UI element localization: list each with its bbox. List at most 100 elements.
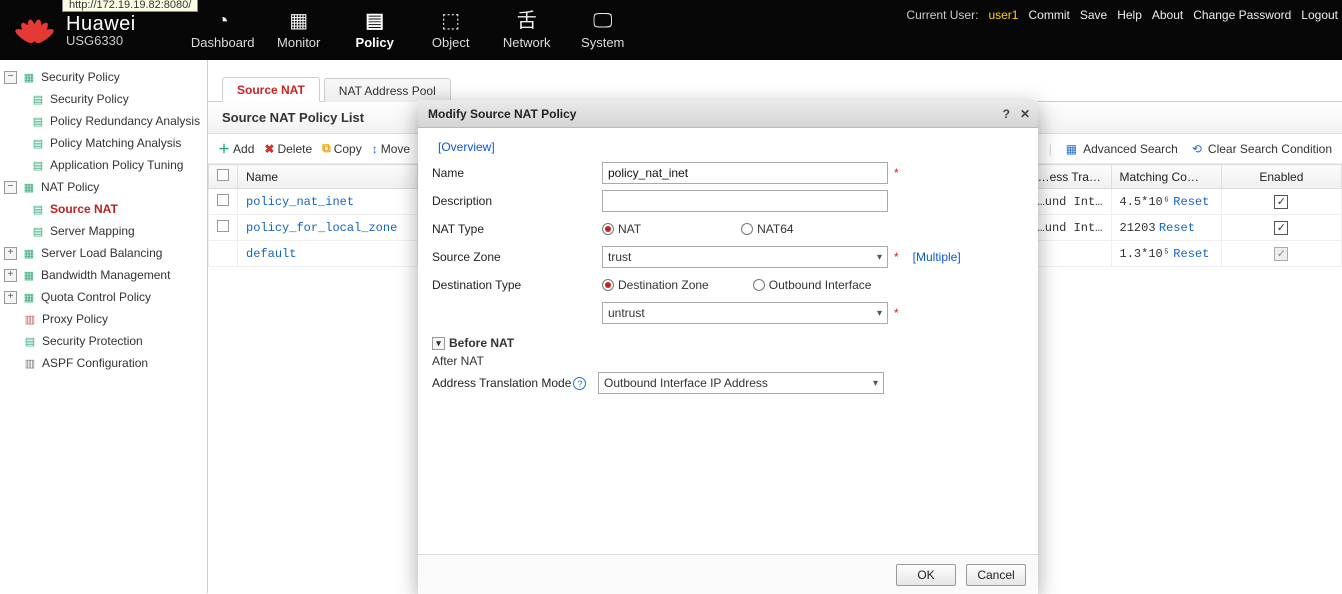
row-checkbox[interactable] <box>217 194 229 206</box>
sidebar-item-security-protection[interactable]: ▤ Security Protection <box>0 330 207 352</box>
delete-button[interactable]: ✖Delete <box>264 142 312 156</box>
nav-monitor-label: Monitor <box>277 35 320 50</box>
search-icon: ▦ <box>1066 142 1077 156</box>
name-input[interactable] <box>602 162 888 184</box>
move-button[interactable]: ↕Move <box>372 142 410 156</box>
outbound-interface-radio[interactable]: Outbound Interface <box>753 278 872 292</box>
close-icon[interactable]: ✕ <box>1020 107 1030 121</box>
huawei-logo-icon <box>10 10 58 50</box>
after-nat-label: After NAT <box>432 354 1024 368</box>
enabled-checkbox[interactable]: ✓ <box>1274 195 1288 209</box>
doc-icon: ▥ <box>22 355 38 371</box>
row-checkbox[interactable] <box>217 220 229 232</box>
dest-zone-radio-label: Destination Zone <box>618 278 709 292</box>
source-zone-select[interactable]: trust ▾ <box>602 246 888 268</box>
reset-link[interactable]: Reset <box>1159 221 1195 235</box>
nav-object[interactable]: ⬚ Object <box>414 0 488 60</box>
sidebar-item-bandwidth[interactable]: + ▦ Bandwidth Management <box>0 264 207 286</box>
help-icon[interactable]: ? <box>1003 107 1010 121</box>
policy-name-link[interactable]: policy_nat_inet <box>246 195 354 209</box>
sidebar-item-proxy-policy[interactable]: ▥ Proxy Policy <box>0 308 207 330</box>
dialog-title: Modify Source NAT Policy <box>428 107 576 121</box>
network-icon: ⾆ <box>517 10 537 32</box>
required-marker: * <box>894 166 899 180</box>
sidebar-item-security-policy-child[interactable]: ▤ Security Policy <box>0 88 207 110</box>
expand-icon[interactable]: + <box>4 269 17 282</box>
reset-link[interactable]: Reset <box>1173 247 1209 261</box>
help-link[interactable]: Help <box>1117 8 1142 22</box>
save-link[interactable]: Save <box>1080 8 1107 22</box>
monitor-icon: ▦ <box>289 10 308 32</box>
add-label: Add <box>233 142 254 156</box>
checkbox-all[interactable] <box>217 169 229 181</box>
help-icon[interactable]: ? <box>573 377 586 390</box>
logout-link[interactable]: Logout <box>1301 8 1338 22</box>
nav-network[interactable]: ⾆ Network <box>490 0 564 60</box>
cell-match: 4.5*10⁶ <box>1120 195 1170 209</box>
sidebar-item-nat-policy[interactable]: − ▦ NAT Policy <box>0 176 207 198</box>
nav-system[interactable]: 🖵 System <box>566 0 640 60</box>
clear-search-label: Clear Search Condition <box>1208 142 1332 156</box>
radio-selected-icon <box>602 223 614 235</box>
nav-policy-label: Policy <box>356 35 394 50</box>
overview-link[interactable]: [Overview] <box>432 134 495 158</box>
sidebar-item-app-policy-tuning[interactable]: ▤ Application Policy Tuning <box>0 154 207 176</box>
enabled-checkbox[interactable]: ✓ <box>1274 221 1288 235</box>
collapse-icon[interactable]: − <box>4 181 17 194</box>
nat-type-label: NAT Type <box>432 222 602 236</box>
cancel-button[interactable]: Cancel <box>966 564 1026 586</box>
copy-button[interactable]: ⧉Copy <box>322 141 362 156</box>
sidebar-item-server-mapping[interactable]: ▤ Server Mapping <box>0 220 207 242</box>
col-matching[interactable]: Matching Co… <box>1111 165 1221 189</box>
sidebar-item-label: Security Policy <box>41 70 120 84</box>
collapse-icon[interactable]: − <box>4 71 17 84</box>
add-button[interactable]: ＋Add <box>218 140 254 157</box>
system-icon: 🖵 <box>593 10 612 32</box>
dest-zone-radio[interactable]: Destination Zone <box>602 278 709 292</box>
col-addr-trans[interactable]: …ess Tra… <box>1029 165 1111 189</box>
reset-link[interactable]: Reset <box>1173 195 1209 209</box>
move-label: Move <box>381 142 410 156</box>
move-icon: ↕ <box>372 142 378 156</box>
ok-button[interactable]: OK <box>896 564 956 586</box>
nat-radio[interactable]: NAT <box>602 222 641 236</box>
expand-icon[interactable]: + <box>4 247 17 260</box>
folder-icon: ▦ <box>21 289 37 305</box>
description-input[interactable] <box>602 190 888 212</box>
nat64-radio[interactable]: NAT64 <box>741 222 793 236</box>
cell-match: 21203 <box>1120 221 1156 235</box>
nav-policy[interactable]: ▤ Policy <box>338 0 412 60</box>
sidebar-item-security-policy[interactable]: − ▦ Security Policy <box>0 66 207 88</box>
advanced-search-button[interactable]: ▦Advanced Search <box>1066 142 1178 156</box>
description-label: Description <box>432 194 602 208</box>
sidebar-item-aspf[interactable]: ▥ ASPF Configuration <box>0 352 207 374</box>
copy-icon: ⧉ <box>322 141 331 156</box>
commit-link[interactable]: Commit <box>1028 8 1069 22</box>
policy-name-link[interactable]: policy_for_local_zone <box>246 221 397 235</box>
dashboard-icon: ◔ <box>217 10 229 32</box>
multiple-link[interactable]: [Multiple] <box>913 250 961 264</box>
sidebar-item-slb[interactable]: + ▦ Server Load Balancing <box>0 242 207 264</box>
source-zone-value: trust <box>608 250 631 264</box>
col-name[interactable]: Name <box>238 165 418 189</box>
policy-name-link[interactable]: default <box>246 247 296 261</box>
sidebar-item-policy-matching[interactable]: ▤ Policy Matching Analysis <box>0 132 207 154</box>
clear-search-button[interactable]: ⟲Clear Search Condition <box>1192 142 1332 156</box>
sidebar-item-quota[interactable]: + ▦ Quota Control Policy <box>0 286 207 308</box>
top-right-links: Current User: user1 Commit Save Help Abo… <box>906 8 1338 22</box>
nav-monitor[interactable]: ▦ Monitor <box>262 0 336 60</box>
before-nat-toggle[interactable]: ▾ Before NAT <box>432 336 1024 350</box>
dialog-titlebar[interactable]: Modify Source NAT Policy ? ✕ <box>418 100 1038 128</box>
tab-nat-address-pool[interactable]: NAT Address Pool <box>324 78 451 102</box>
url-tooltip: http://172.19.19.82:8080/ <box>62 0 198 12</box>
tab-source-nat[interactable]: Source NAT <box>222 77 320 102</box>
expand-icon[interactable]: + <box>4 291 17 304</box>
col-enabled[interactable]: Enabled <box>1221 165 1341 189</box>
about-link[interactable]: About <box>1152 8 1183 22</box>
dialog-body: [Overview] Name * Description NAT Type N… <box>418 128 1038 554</box>
sidebar-item-policy-redundancy[interactable]: ▤ Policy Redundancy Analysis <box>0 110 207 132</box>
change-password-link[interactable]: Change Password <box>1193 8 1291 22</box>
sidebar-item-source-nat[interactable]: ▤ Source NAT <box>0 198 207 220</box>
address-translation-mode-select[interactable]: Outbound Interface IP Address ▾ <box>598 372 884 394</box>
destination-zone-select[interactable]: untrust ▾ <box>602 302 888 324</box>
